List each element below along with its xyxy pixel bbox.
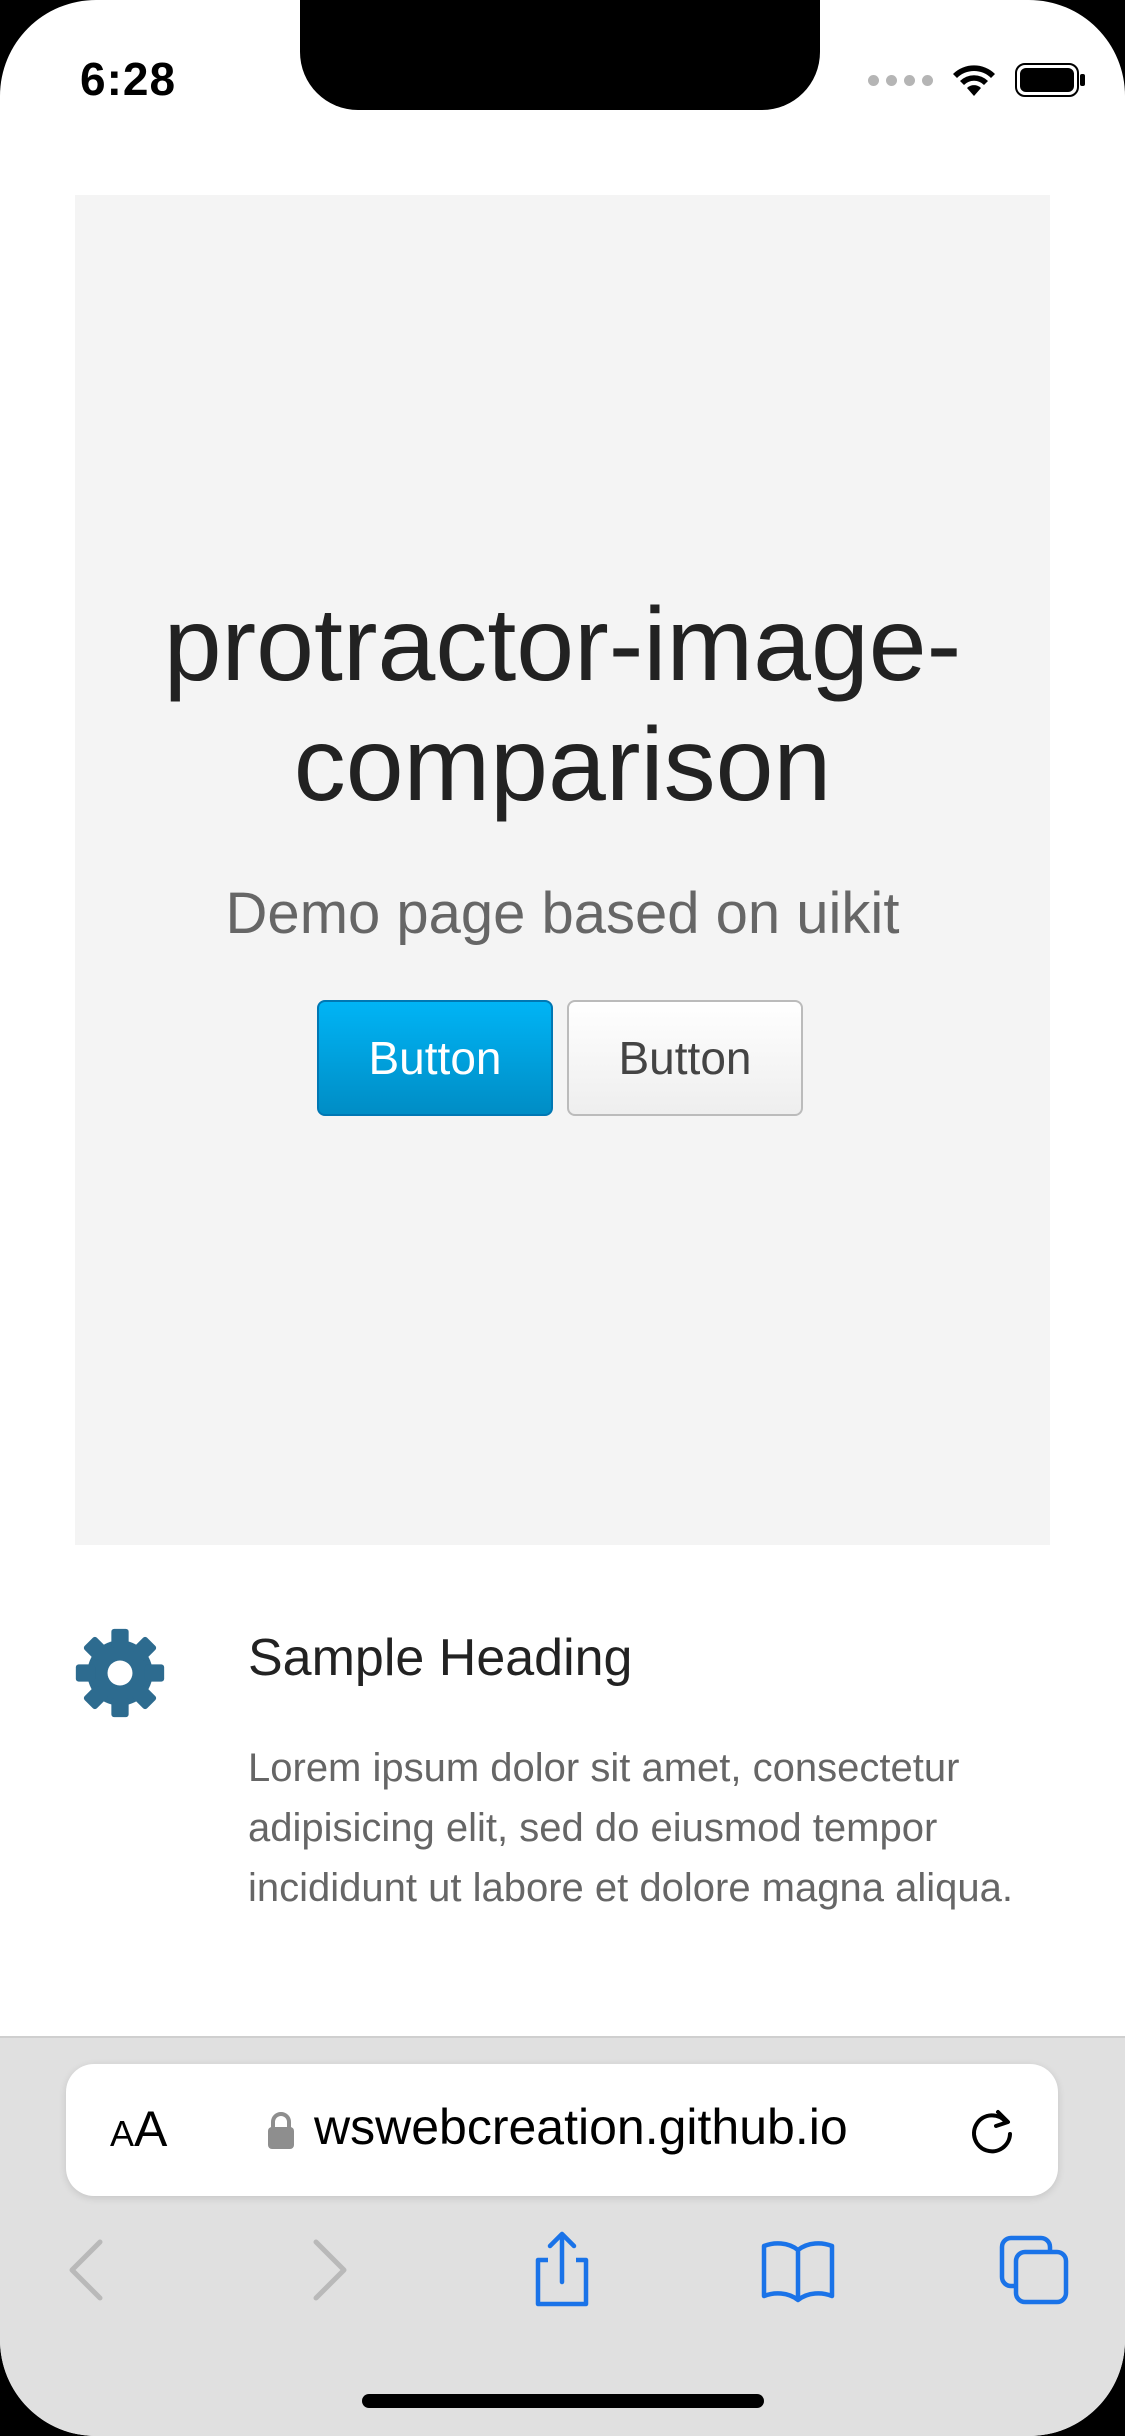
hero-buttons: Button Button — [317, 1000, 803, 1116]
secondary-button[interactable]: Button — [567, 1000, 803, 1116]
lock-icon — [268, 2112, 294, 2149]
bookmarks-icon[interactable] — [758, 2230, 838, 2310]
url-text[interactable]: wswebcreation.github.io — [314, 2098, 848, 2156]
back-icon[interactable] — [48, 2230, 128, 2310]
reader-settings-button[interactable]: AA — [110, 2100, 167, 2158]
hero-title: protractor-image- comparison — [75, 585, 1050, 825]
address-bar[interactable]: AA wswebcreation.github.io — [66, 2064, 1058, 2196]
home-indicator[interactable] — [362, 2394, 764, 2408]
status-time: 6:28 — [80, 53, 177, 105]
hero-title-line-1: protractor-image- — [163, 587, 962, 703]
aa-large-label: A — [134, 2101, 168, 2157]
hero-section: protractor-image- comparison Demo page b… — [75, 195, 1050, 1545]
tabs-icon[interactable] — [994, 2230, 1074, 2310]
notch — [300, 0, 820, 110]
screen: 6:28 protractor-image- comparison Demo p… — [0, 0, 1125, 2436]
reload-icon[interactable] — [966, 2104, 1018, 2156]
gear-icon — [75, 1628, 165, 1718]
primary-button[interactable]: Button — [317, 1000, 553, 1116]
cellular-signal-icon — [868, 74, 933, 86]
browser-toolbar: AA wswebcreation.github.io — [0, 2036, 1125, 2436]
aa-small-label: A — [110, 2113, 135, 2154]
browser-nav-row — [0, 2230, 1125, 2330]
battery-icon — [1015, 63, 1085, 97]
wifi-icon — [953, 65, 995, 96]
share-icon[interactable] — [522, 2230, 602, 2310]
hero-subtitle: Demo page based on uikit — [225, 881, 900, 946]
feature-heading: Sample Heading — [248, 1629, 633, 1687]
status-icons — [868, 58, 1087, 102]
hero-title-line-2: comparison — [293, 707, 832, 823]
forward-icon[interactable] — [288, 2230, 368, 2310]
feature-text: Lorem ipsum dolor sit amet, consectetur … — [248, 1746, 1013, 1910]
